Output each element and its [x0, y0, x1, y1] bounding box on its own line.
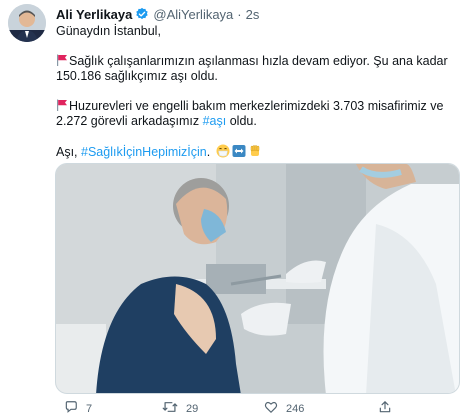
- reply-icon: [64, 400, 78, 417]
- like-count: 246: [286, 402, 305, 415]
- paragraph-1: Sağlık çalışanlarımızın aşılanması hızla…: [56, 54, 456, 84]
- greeting-text: Günaydın İstanbul,: [56, 24, 161, 38]
- share-icon: [378, 400, 392, 417]
- mask-face-icon: [216, 144, 230, 162]
- verified-badge-icon: [135, 7, 149, 21]
- paragraph-3-end: .: [206, 145, 211, 159]
- hashtag-asi-link[interactable]: #aşı: [203, 114, 227, 128]
- retweet-button[interactable]: 29: [162, 400, 198, 417]
- paragraph-3-text: Aşı,: [56, 145, 82, 159]
- flag-icon: [56, 99, 68, 111]
- retweet-count: 29: [186, 402, 199, 415]
- paragraph-3: Aşı, #SağlıkİçinHepimizİçin.: [56, 144, 456, 162]
- user-handle[interactable]: @AliYerlikaya: [153, 7, 233, 22]
- arrows-icon: [232, 144, 246, 162]
- separator-dot: ·: [237, 6, 242, 22]
- reply-button[interactable]: 7: [64, 400, 92, 417]
- share-button[interactable]: [378, 400, 392, 417]
- avatar[interactable]: [8, 4, 46, 42]
- tweet[interactable]: Ali Yerlikaya @AliYerlikaya · 2s Günaydı…: [0, 0, 470, 418]
- paragraph-2-end: oldu.: [226, 114, 257, 128]
- timestamp[interactable]: 2s: [246, 7, 260, 22]
- paragraph-1-text: Sağlık çalışanlarımızın aşılanması hızla…: [56, 54, 448, 83]
- retweet-icon: [162, 400, 178, 417]
- reply-count: 7: [86, 402, 93, 415]
- paragraph-2: Huzurevleri ve engelli bakım merkezlerim…: [56, 99, 456, 129]
- tweet-actions: 7 29 246: [56, 398, 456, 416]
- raised-fist-icon: [248, 144, 262, 162]
- hashtag-saglik-link[interactable]: #SağlıkİçinHepimizİçin: [81, 145, 207, 159]
- flag-icon: [56, 54, 68, 66]
- like-icon: [264, 400, 278, 417]
- like-button[interactable]: 246: [264, 400, 304, 417]
- tweet-photo[interactable]: [55, 163, 460, 394]
- user-name[interactable]: Ali Yerlikaya: [56, 7, 132, 22]
- tweet-text: Günaydın İstanbul, Sağlık çalışanlarımız…: [56, 24, 456, 162]
- tweet-header: Ali Yerlikaya @AliYerlikaya · 2s: [56, 5, 259, 23]
